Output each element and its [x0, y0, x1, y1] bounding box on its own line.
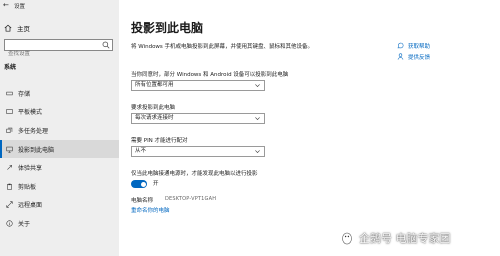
remote-desktop-icon [6, 201, 13, 208]
tablet-mode-icon [6, 109, 13, 115]
sidebar-item-about[interactable]: 关于 [0, 214, 119, 233]
help-icon [397, 42, 404, 49]
give-feedback-link[interactable]: 提供反馈 [397, 51, 430, 62]
back-arrow-icon[interactable]: ← [3, 1, 9, 9]
storage-icon [6, 91, 13, 95]
home-icon [4, 24, 12, 32]
toggle-state-text: 开 [153, 181, 159, 187]
project-to-pc-icon [6, 146, 13, 153]
window-title: 设置 [14, 4, 26, 10]
sidebar-item-clipboard[interactable]: 剪贴板 [0, 177, 119, 196]
search-icon [102, 41, 110, 49]
chevron-down-icon [255, 84, 260, 87]
sidebar-item-label: 平板模式 [18, 109, 43, 117]
sidebar-item-shared-experiences[interactable]: 体验共享 [0, 158, 119, 177]
chevron-down-icon [255, 150, 260, 153]
availability-label: 当你同意时，部分 Windows 和 Android 设备可以投影到此电脑 [131, 72, 289, 78]
help-links: 获取帮助 提供反馈 [397, 40, 430, 62]
sidebar-home-label: 主页 [17, 25, 30, 33]
sidebar: ← 设置 主页 系统 存储 平板模式 多任务处理 投影到此电脑 [0, 0, 119, 256]
clipboard-icon [7, 183, 12, 190]
give-feedback-label: 提供反馈 [408, 54, 431, 61]
sidebar-item-storage[interactable]: 存储 [0, 84, 119, 103]
pin-pairing-dropdown[interactable]: 从不 [131, 146, 265, 157]
get-help-link[interactable]: 获取帮助 [397, 40, 430, 51]
pc-name-value: DESKTOP-VPT1GAH [165, 196, 217, 202]
pin-pairing-value: 从不 [135, 148, 147, 154]
page-description: 将 Windows 手机或电脑投影到此屏幕，并使用其键盘、鼠标和其他设备。 [131, 44, 314, 50]
availability-value: 所有位置都可用 [135, 82, 174, 88]
page-title: 投影到此电脑 [131, 21, 204, 35]
ask-to-project-dropdown[interactable]: 每次请求连接时 [131, 113, 265, 124]
sidebar-item-label: 关于 [18, 220, 31, 228]
chevron-down-icon [255, 117, 260, 120]
sidebar-item-project-to-pc[interactable]: 投影到此电脑 [0, 139, 119, 159]
watermark-text: 企鹅号 电脑专家团 [359, 232, 451, 245]
sidebar-home[interactable]: 主页 [4, 23, 30, 33]
pc-name-label: 电脑名称 [131, 198, 154, 204]
sidebar-item-label: 存储 [18, 90, 31, 98]
availability-dropdown[interactable]: 所有位置都可用 [131, 80, 265, 91]
power-only-label: 仅当此电脑接通电源时，才能发现此电脑以进行投影 [131, 171, 258, 177]
shared-experiences-icon [7, 165, 12, 170]
watermark: 企鹅号 电脑专家团 [340, 230, 451, 246]
sidebar-item-tablet-mode[interactable]: 平板模式 [0, 103, 119, 122]
pin-pairing-label: 需要 PIN 才能进行配对 [131, 138, 188, 144]
about-icon [6, 220, 13, 227]
sidebar-nav: 存储 平板模式 多任务处理 投影到此电脑 体验共享 剪贴板 远程桌面 关于 [0, 84, 119, 233]
multitasking-icon [6, 127, 13, 133]
ask-to-project-label: 要求投影到此电脑 [131, 105, 176, 111]
sidebar-item-label: 投影到此电脑 [18, 146, 55, 154]
sidebar-item-label: 远程桌面 [18, 202, 43, 210]
power-only-toggle[interactable] [131, 180, 147, 188]
ask-to-project-value: 每次请求连接时 [135, 115, 174, 121]
get-help-label: 获取帮助 [408, 43, 431, 50]
sidebar-section-title: 系统 [4, 64, 17, 71]
penguin-logo-icon [342, 232, 352, 245]
sidebar-item-label: 多任务处理 [18, 127, 49, 135]
rename-pc-link[interactable]: 重命名你的电脑 [131, 206, 170, 214]
sidebar-item-remote-desktop[interactable]: 远程桌面 [0, 196, 119, 215]
search-input[interactable] [5, 49, 98, 59]
sidebar-item-multitasking[interactable]: 多任务处理 [0, 121, 119, 140]
sidebar-item-label: 体验共享 [18, 165, 43, 173]
sidebar-item-label: 剪贴板 [18, 183, 37, 191]
feedback-icon [397, 53, 404, 60]
search-field[interactable] [4, 39, 113, 59]
